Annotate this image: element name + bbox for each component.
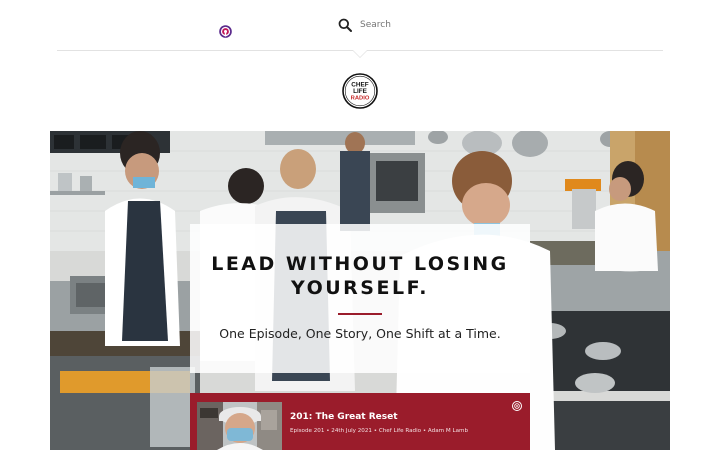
- podcast-icon[interactable]: [512, 401, 522, 411]
- podcast-icon[interactable]: [219, 25, 232, 38]
- hero-tagline: One Episode, One Story, One Shift at a T…: [219, 326, 501, 341]
- logo-line-life: LIFE: [353, 88, 368, 95]
- hero-headline-line-2: YOURSELF.: [291, 277, 429, 299]
- divider-notch-inner: [353, 50, 367, 57]
- search-bar[interactable]: [338, 15, 482, 35]
- headline-divider: [338, 313, 382, 315]
- hero-headline-line-1: LEAD WITHOUT LOSING: [211, 253, 509, 275]
- hero-banner: LEAD WITHOUT LOSING YOURSELF. One Episod…: [50, 131, 670, 450]
- latest-episode-card[interactable]: 201: The Great Reset Episode 201 • 24th …: [190, 393, 530, 450]
- episode-thumbnail[interactable]: [197, 402, 282, 450]
- episode-title[interactable]: 201: The Great Reset: [290, 412, 398, 422]
- hero-text-overlay: LEAD WITHOUT LOSING YOURSELF. One Episod…: [190, 224, 530, 373]
- search-icon[interactable]: [338, 18, 352, 32]
- top-bar: [0, 0, 720, 50]
- logo-line-radio: RADIO: [351, 96, 370, 102]
- search-input[interactable]: [358, 19, 482, 31]
- episode-meta: Episode 201 • 24th July 2021 • Chef Life…: [290, 428, 468, 434]
- chef-life-radio-logo[interactable]: CHEF LIFE RADIO: [342, 73, 378, 109]
- hero-headline: LEAD WITHOUT LOSING YOURSELF.: [210, 252, 510, 300]
